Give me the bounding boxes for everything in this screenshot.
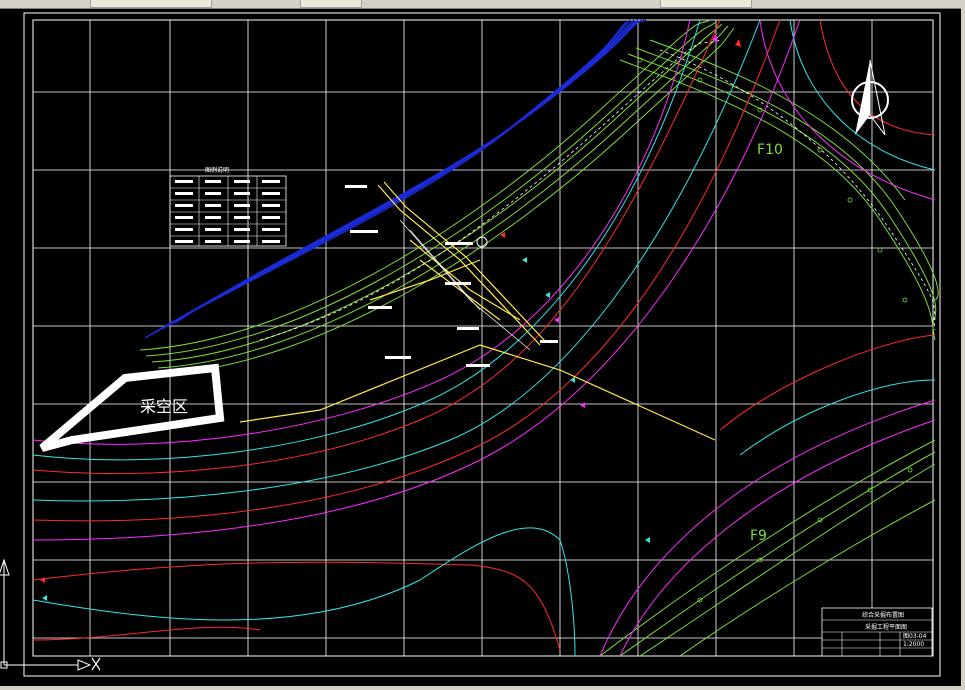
fault-zone-band [139,19,939,657]
ucs-axis-icon [0,558,101,671]
survey-markers [40,34,741,601]
roadways [239,181,716,441]
title-block-scale: 1:2000 [903,641,924,648]
title-block-subtitle: 采掘工程平面图 [865,623,907,631]
title-block: 综合采掘布置图 采掘工程平面图 图03-04 1:2000 [821,607,933,657]
fault-label-f9: F9 [750,528,767,544]
legend-table: 图例说明 [169,166,287,247]
mined-area-label: 采空区 [140,397,188,416]
contour-lines-magenta [32,19,936,657]
coal-seam-outcrop [144,19,647,339]
fault-label-f10: F10 [757,142,783,158]
boundary-dashed [259,39,936,341]
legend-title: 图例说明 [205,166,229,174]
cad-drawing-canvas[interactable]: 采空区 F10 F9 图例说明 综合采掘布置图 采掘工程平面图 图03-04 1… [0,0,965,690]
north-arrow-icon [851,59,889,136]
mined-out-area: 采空区 [39,363,225,452]
status-bar [0,686,965,690]
fault-markers [637,57,913,603]
title-block-drawing-number: 图03-04 [903,633,927,640]
title-block-title: 综合采掘布置图 [862,611,904,619]
drawing-border [32,19,934,657]
coordinate-grid [33,20,933,656]
